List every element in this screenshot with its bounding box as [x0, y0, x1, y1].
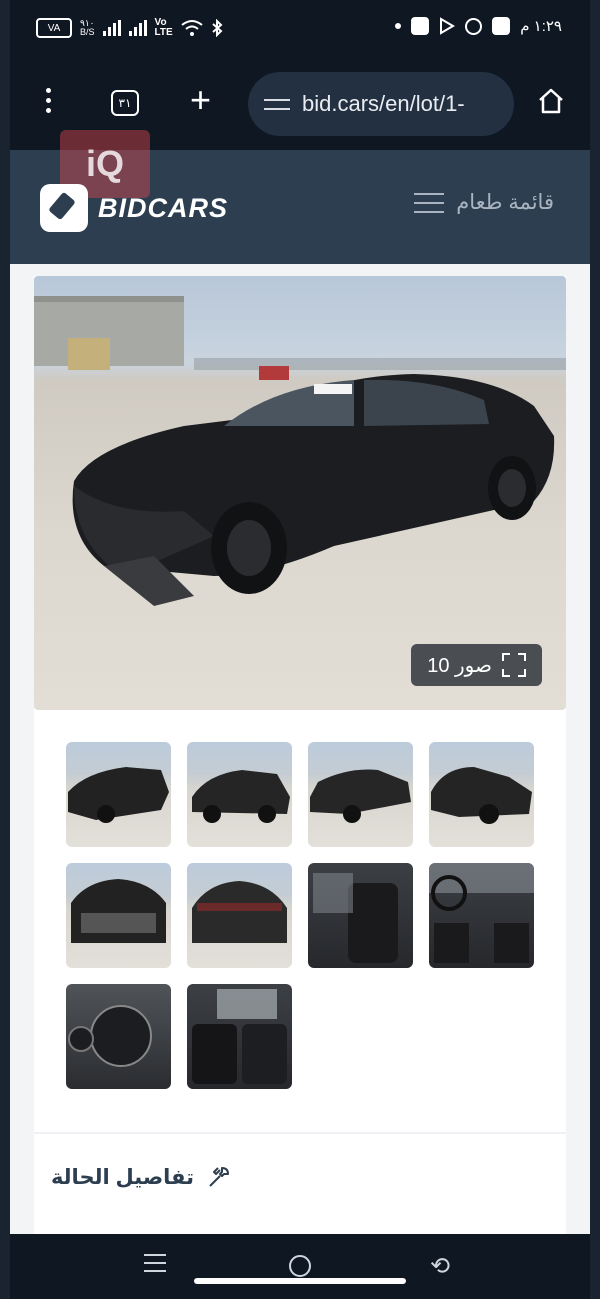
status-left-group: VA ٩١٠ B/S Vo LTE: [36, 18, 223, 38]
viber-icon: [492, 17, 511, 35]
volte-indicator: Vo LTE: [155, 18, 173, 38]
thumbnail-1-image: [68, 767, 169, 823]
clock: ١:٢٩ م: [520, 18, 562, 35]
thumbnail-6-image: [192, 881, 287, 943]
thumbnail-9-image: [68, 1005, 152, 1067]
app-notification-icon: [411, 17, 430, 35]
logo-text: BIDCARS: [98, 192, 229, 223]
thumbnail-6[interactable]: [187, 863, 292, 968]
thumbnail-10-image: [192, 989, 287, 1084]
thumbnail-3-image: [310, 769, 411, 823]
thumbnail-7[interactable]: [308, 863, 413, 968]
thumbnail-8-image: [429, 863, 534, 963]
thumbnail-2-image: [192, 770, 290, 823]
thumbnail-1[interactable]: [66, 742, 171, 847]
bidcars-logo[interactable]: BIDCARS: [40, 184, 228, 232]
thumbnail-3[interactable]: [308, 742, 413, 847]
site-settings-icon[interactable]: [264, 94, 290, 114]
thumbnail-7-image: [313, 873, 398, 963]
main-car-photo[interactable]: صور 10: [34, 276, 566, 710]
thumbnail-8[interactable]: [429, 863, 534, 968]
bluetooth-icon: [212, 19, 223, 37]
more-options-icon[interactable]: [44, 88, 52, 113]
menu-label: قائمة طعام: [456, 191, 554, 214]
recent-apps-icon[interactable]: [144, 1254, 166, 1272]
thumbnail-2[interactable]: [187, 742, 292, 847]
url-text: bid.cars/en/lot/1-: [302, 91, 465, 116]
page-content: صور 10 تفاصيل الحالة: [10, 264, 590, 1234]
status-right-group: ١:٢٩ م: [395, 17, 562, 35]
tab-switcher-button[interactable]: ٣١: [111, 90, 139, 116]
network-speed-unit: B/S: [80, 27, 95, 37]
system-navigation-bar: ⟲: [10, 1234, 590, 1299]
lot-card: صور 10 تفاصيل الحالة: [34, 276, 566, 1234]
condition-details-section[interactable]: تفاصيل الحالة: [51, 1164, 232, 1190]
photo-count-label: صور 10: [427, 654, 492, 677]
thumbnail-10[interactable]: [187, 984, 292, 1089]
address-bar[interactable]: bid.cars/en/lot/1-: [248, 72, 514, 136]
thumbnail-4[interactable]: [429, 742, 534, 847]
signal-icon: [102, 20, 121, 36]
logo-mark-icon: [40, 184, 88, 232]
network-speed: ٩١٠ B/S: [80, 19, 95, 37]
new-tab-icon[interactable]: +: [190, 80, 211, 120]
site-header: iQ BIDCARS قائمة طعام: [10, 130, 590, 264]
messenger-icon: [465, 17, 483, 35]
thumbnail-5-image: [71, 879, 166, 943]
signal-icon-2: [128, 20, 147, 36]
thumbnail-9[interactable]: [66, 984, 171, 1089]
section-divider: [34, 1132, 566, 1134]
home-icon[interactable]: [536, 86, 566, 116]
wifi-icon: [181, 20, 203, 36]
thumbnail-5[interactable]: [66, 863, 171, 968]
tab-count: ٣١: [118, 96, 132, 110]
watermark-text: iQ: [85, 143, 124, 184]
notification-dot-icon: [395, 23, 402, 29]
photo-count-badge[interactable]: صور 10: [411, 644, 542, 686]
gesture-pill[interactable]: [194, 1278, 406, 1284]
hamburger-icon: [414, 192, 445, 213]
back-icon[interactable]: ⟲: [430, 1252, 450, 1281]
thumbnail-4-image: [431, 767, 532, 824]
fullscreen-icon: [502, 653, 526, 677]
menu-button[interactable]: قائمة طعام: [414, 190, 554, 215]
battery-level: VA: [47, 22, 61, 34]
wrench-icon: [209, 1167, 229, 1187]
volte-bottom: LTE: [154, 27, 173, 38]
condition-details-label: تفاصيل الحالة: [50, 1165, 194, 1189]
play-store-icon: [440, 17, 456, 35]
battery-icon: VA: [36, 18, 72, 38]
status-bar: VA ٩١٠ B/S Vo LTE ١:٢٩ م: [10, 0, 590, 58]
home-circle-icon[interactable]: [289, 1255, 311, 1277]
